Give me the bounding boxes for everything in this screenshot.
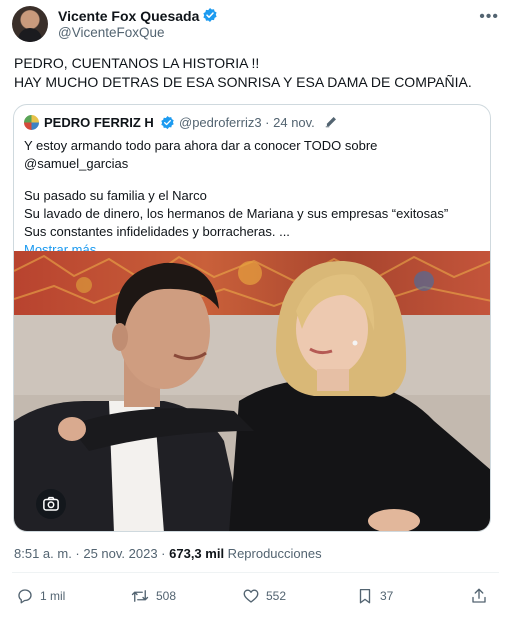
quoted-tweet-text: Y estoy armando todo para ahora dar a co…	[24, 137, 484, 259]
verified-badge-icon	[161, 115, 174, 130]
more-icon[interactable]: •••	[479, 8, 499, 26]
quoted-author-avatar	[24, 115, 39, 130]
quoted-author-name: PEDRO FERRIZ H	[44, 115, 154, 130]
reply-count: 1 mil	[40, 589, 66, 603]
reply-icon	[18, 589, 32, 604]
share-icon	[472, 588, 486, 603]
tweet: Vicente Fox Quesada @VicenteFoxQue ••• P…	[0, 0, 511, 620]
quoted-tweet-photo[interactable]	[14, 251, 490, 531]
bookmark-button[interactable]: 37	[356, 584, 393, 608]
verified-badge-icon	[203, 8, 217, 22]
quoted-text-line: Y estoy armando todo para ahora dar a co…	[24, 138, 378, 171]
quoted-author-handle-date: @pedroferriz3 · 24 nov.	[179, 115, 315, 130]
share-button[interactable]	[470, 584, 488, 608]
action-bar: 1 mil 508 552 37	[12, 584, 499, 610]
quoted-text-line: Su lavado de dinero, los hermanos de Mar…	[24, 206, 449, 221]
bookmark-count: 37	[380, 589, 394, 603]
like-button[interactable]: 552	[242, 584, 286, 608]
author-name[interactable]: Vicente Fox Quesada	[58, 7, 218, 24]
pen-icon	[325, 117, 336, 128]
lens-icon	[43, 496, 59, 511]
like-icon	[243, 589, 259, 603]
photo-image	[14, 251, 490, 531]
tweet-meta: 8:51 a. m. · 25 nov. 2023 · 673,3 mil Re…	[14, 546, 322, 561]
views-count: 673,3 mil	[169, 546, 225, 561]
views-label: Reproducciones	[224, 546, 322, 561]
quoted-text-line: Sus constantes infidelidades y borracher…	[24, 224, 290, 239]
tweet-text: PEDRO, CUENTANOS LA HISTORIA !! HAY MUCH…	[14, 54, 498, 92]
repost-icon	[131, 590, 149, 602]
repost-button[interactable]: 508	[130, 584, 176, 608]
author-avatar[interactable]	[12, 6, 48, 42]
author-name-text[interactable]: Vicente Fox Quesada	[58, 8, 199, 24]
reply-button[interactable]: 1 mil	[16, 584, 65, 608]
author-handle[interactable]: @VicenteFoxQue	[58, 25, 165, 40]
divider	[12, 572, 499, 573]
tweet-text-line: PEDRO, CUENTANOS LA HISTORIA !!	[14, 55, 260, 71]
lens-button[interactable]	[36, 489, 66, 519]
bookmark-icon	[359, 588, 371, 604]
like-count: 552	[266, 589, 287, 603]
repost-count: 508	[156, 589, 177, 603]
quoted-text-line: Su pasado su familia y el Narco	[24, 188, 207, 203]
tweet-text-line: HAY MUCHO DETRAS DE ESA SONRISA Y ESA DA…	[14, 74, 472, 90]
tweet-header: Vicente Fox Quesada @VicenteFoxQue •••	[12, 6, 499, 46]
tweet-timestamp[interactable]: 8:51 a. m. · 25 nov. 2023 ·	[14, 546, 169, 561]
quoted-tweet[interactable]: PEDRO FERRIZ H @pedroferriz3 · 24 nov. Y…	[13, 104, 491, 532]
